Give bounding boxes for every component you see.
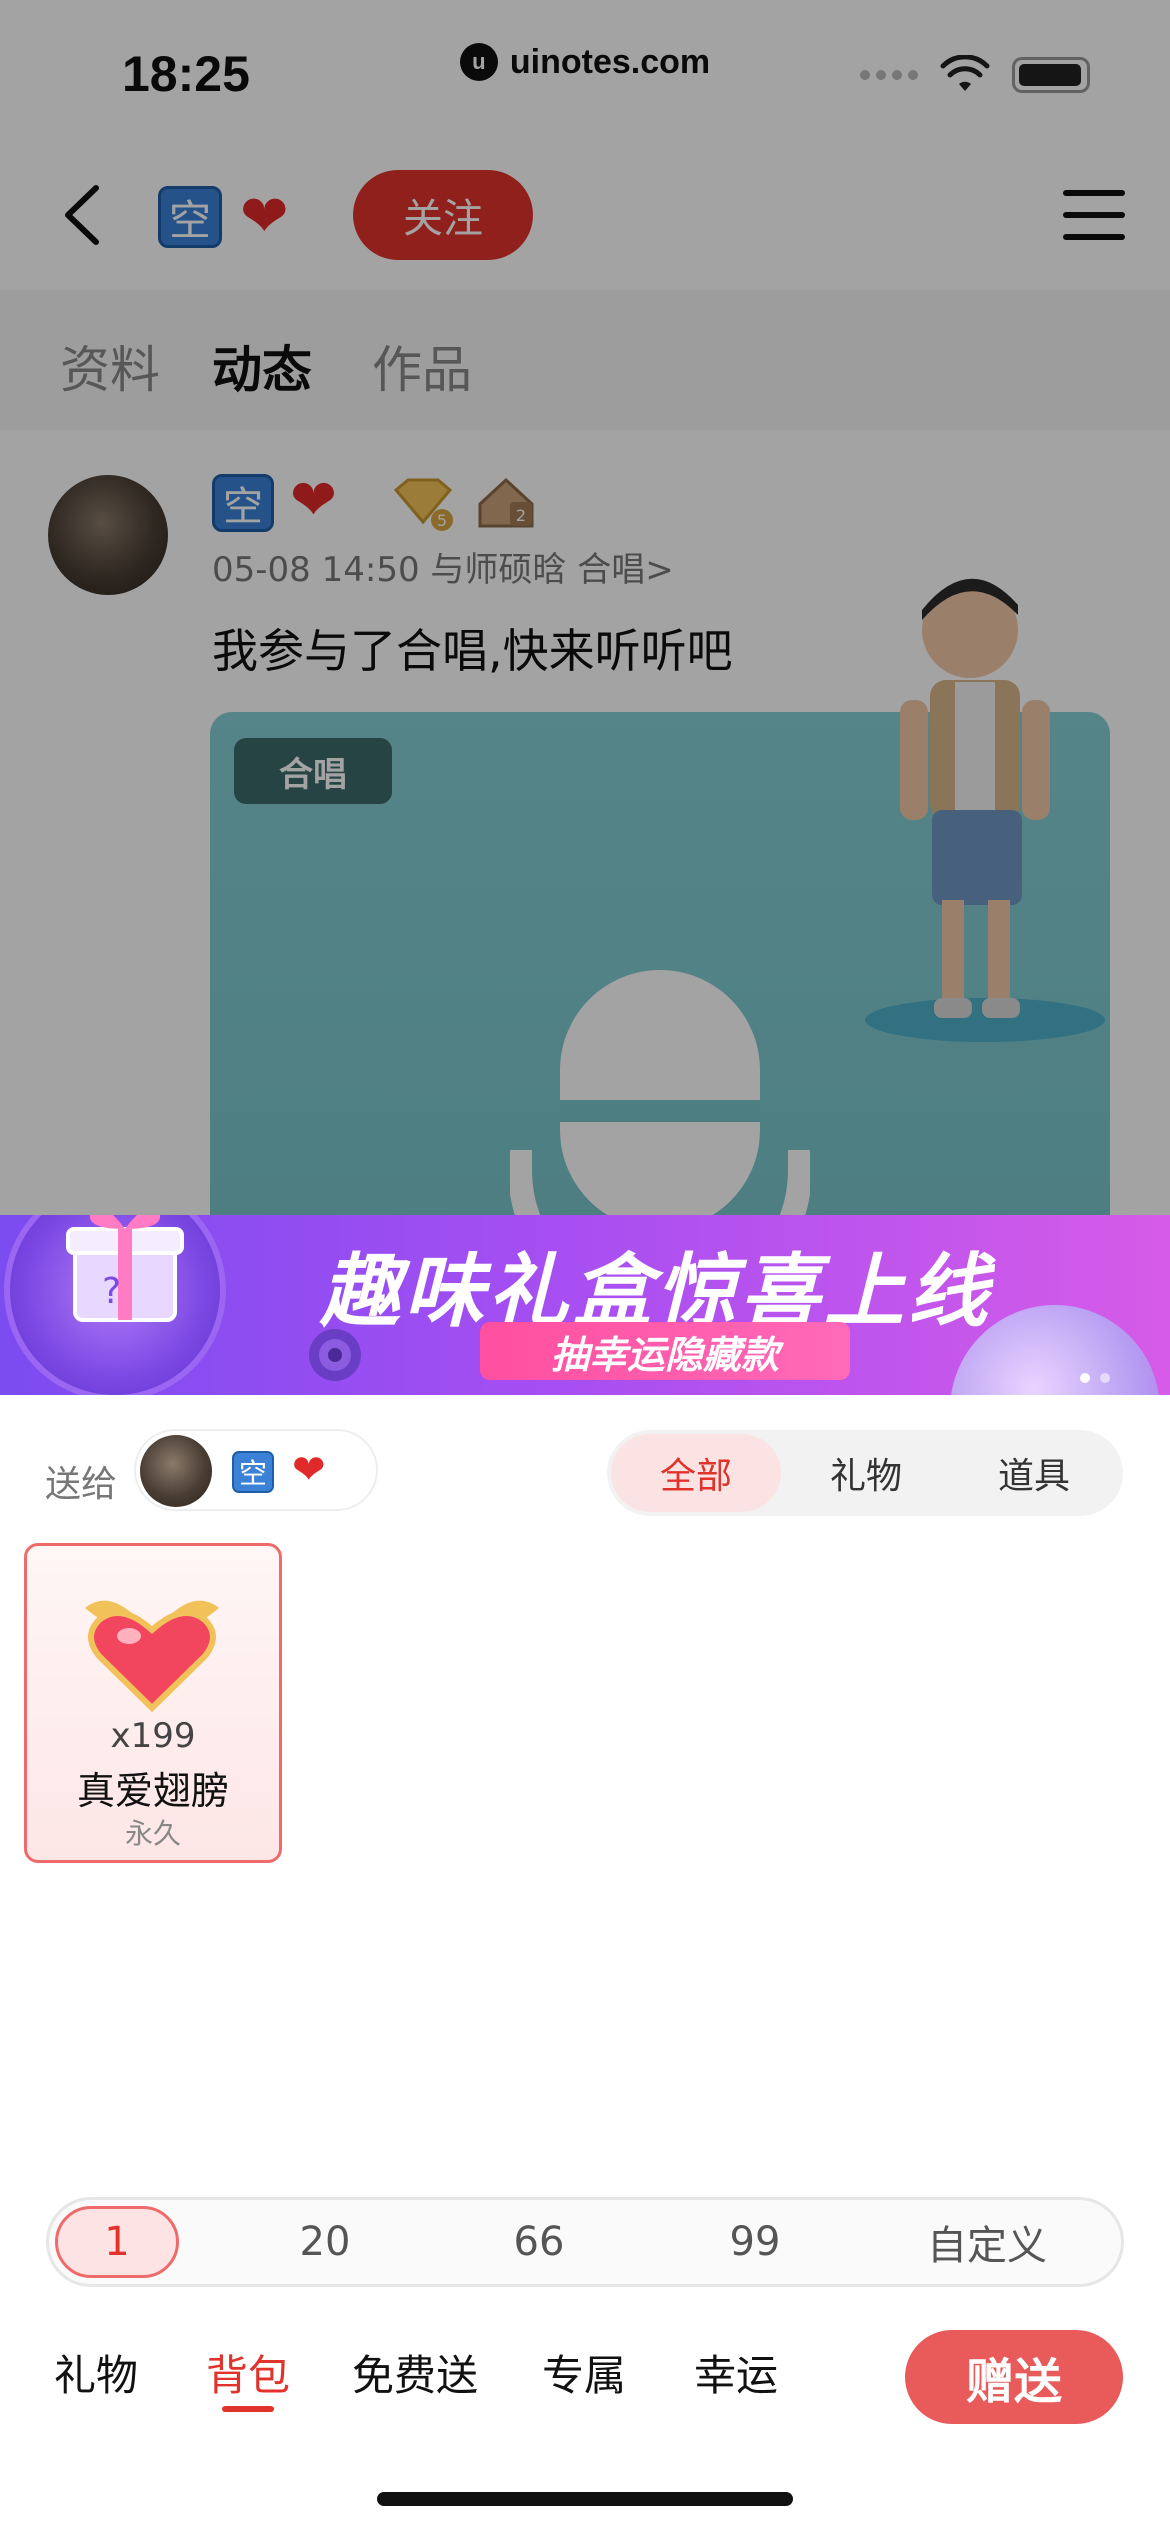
send-gift-button[interactable]: 赠送 [905,2330,1123,2424]
gift-orb: ? [4,1215,226,1395]
quantity-selector: 1 20 66 99 自定义 [46,2197,1124,2287]
tab-lucky[interactable]: 幸运 [694,2342,778,2403]
gift-sheet: 送给 空 ❤ 全部 礼物 道具 x199 真爱翅膀 永久 1 20 66 99 … [0,1395,1170,2532]
banner-pagination [1080,1373,1110,1383]
banner-subtitle: 抽幸运隐藏款 [480,1322,850,1380]
gift-box-icon: ? [66,1215,184,1322]
promo-banner[interactable]: ? 趣味礼盒惊喜上线 抽幸运隐藏款 [0,1215,1170,1395]
send-to-label: 送给 [45,1464,118,1505]
tab-free-send[interactable]: 免费送 [352,2342,478,2403]
gift-count: x199 [110,1716,196,1756]
tab-gifts[interactable]: 礼物 [54,2342,138,2403]
profile-page: 18:25 u uinotes.com 空 ❤ 关注 资料 动态 作品 空 ❤ [0,0,1170,1412]
gift-name: 真爱翅膀 [76,1769,229,1813]
avatar [140,1435,212,1507]
recipient-badge: 空 [232,1451,274,1493]
active-tab-underline [222,2406,274,2412]
filter-tabs: 全部 礼物 道具 [607,1430,1123,1516]
gift-expiry: 永久 [124,1817,181,1850]
filter-tab-gifts[interactable]: 礼物 [781,1434,951,1512]
filter-tab-props[interactable]: 道具 [949,1434,1119,1512]
winged-heart-icon [85,1600,219,1713]
quantity-option-20[interactable]: 20 [275,2206,375,2278]
quantity-option-99[interactable]: 99 [705,2206,805,2278]
gift-card[interactable]: x199 真爱翅膀 永久 [24,1543,282,1863]
home-indicator[interactable] [377,2492,793,2506]
dim-overlay[interactable] [0,0,1170,1400]
tab-exclusive[interactable]: 专属 [542,2342,626,2403]
quantity-option-custom[interactable]: 自定义 [907,2206,1067,2278]
quantity-option-1[interactable]: 1 [55,2206,179,2278]
filter-tab-all[interactable]: 全部 [611,1434,781,1512]
quantity-option-66[interactable]: 66 [489,2206,589,2278]
heart-icon: ❤ [292,1447,326,1493]
recipient-chip[interactable]: 空 ❤ [134,1429,378,1511]
svg-text:?: ? [102,1271,121,1312]
tab-backpack[interactable]: 背包 [206,2342,290,2403]
